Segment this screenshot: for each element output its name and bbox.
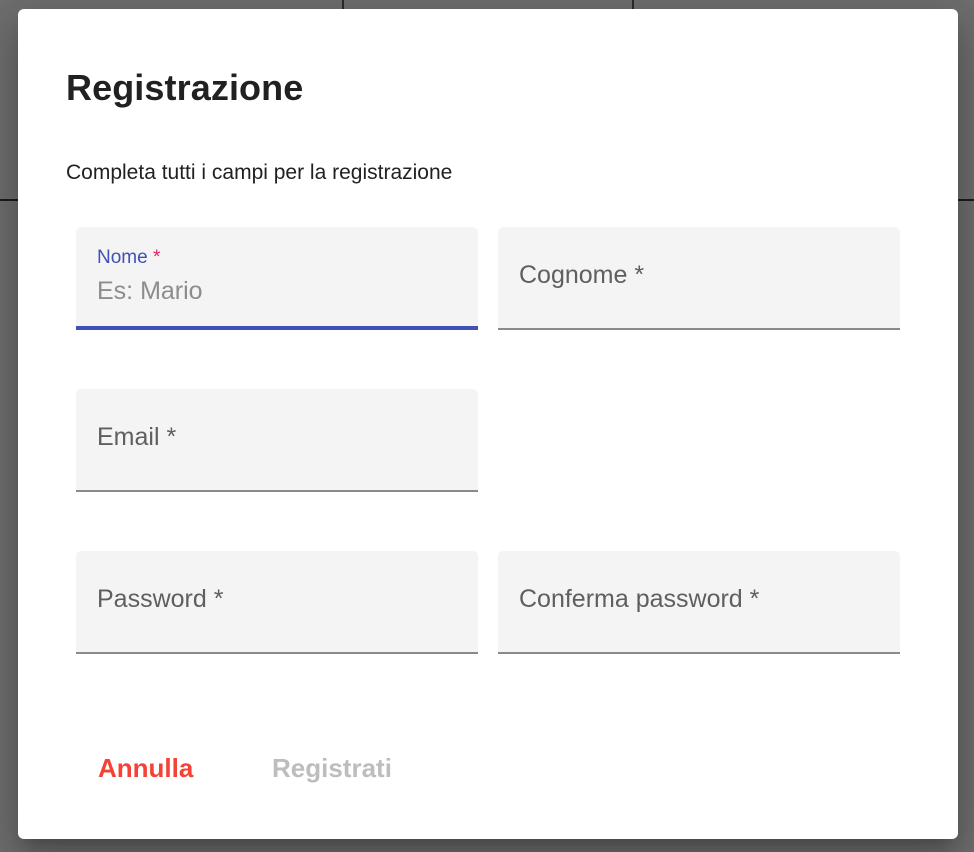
dialog-title: Registrazione: [66, 67, 304, 108]
dialog-subtitle: Completa tutti i campi per la registrazi…: [66, 161, 453, 184]
register-button[interactable]: Registrati: [256, 747, 408, 790]
nome-label-text: Nome: [97, 247, 148, 268]
email-label: Email *: [97, 423, 177, 451]
password-field[interactable]: Password *: [76, 551, 478, 654]
nome-input[interactable]: [97, 277, 457, 306]
required-star: *: [152, 247, 161, 268]
confirm-password-label: Conferma password *: [519, 585, 760, 613]
nome-field[interactable]: Nome *: [76, 227, 478, 330]
nome-label: Nome *: [97, 247, 160, 269]
cancel-button[interactable]: Annulla: [82, 747, 209, 790]
cognome-field[interactable]: Cognome *: [498, 227, 900, 330]
password-label: Password *: [97, 585, 224, 613]
cognome-label: Cognome *: [519, 261, 645, 289]
email-field[interactable]: Email *: [76, 389, 478, 492]
confirm-password-field[interactable]: Conferma password *: [498, 551, 900, 654]
registration-dialog: Registrazione Completa tutti i campi per…: [18, 9, 958, 839]
